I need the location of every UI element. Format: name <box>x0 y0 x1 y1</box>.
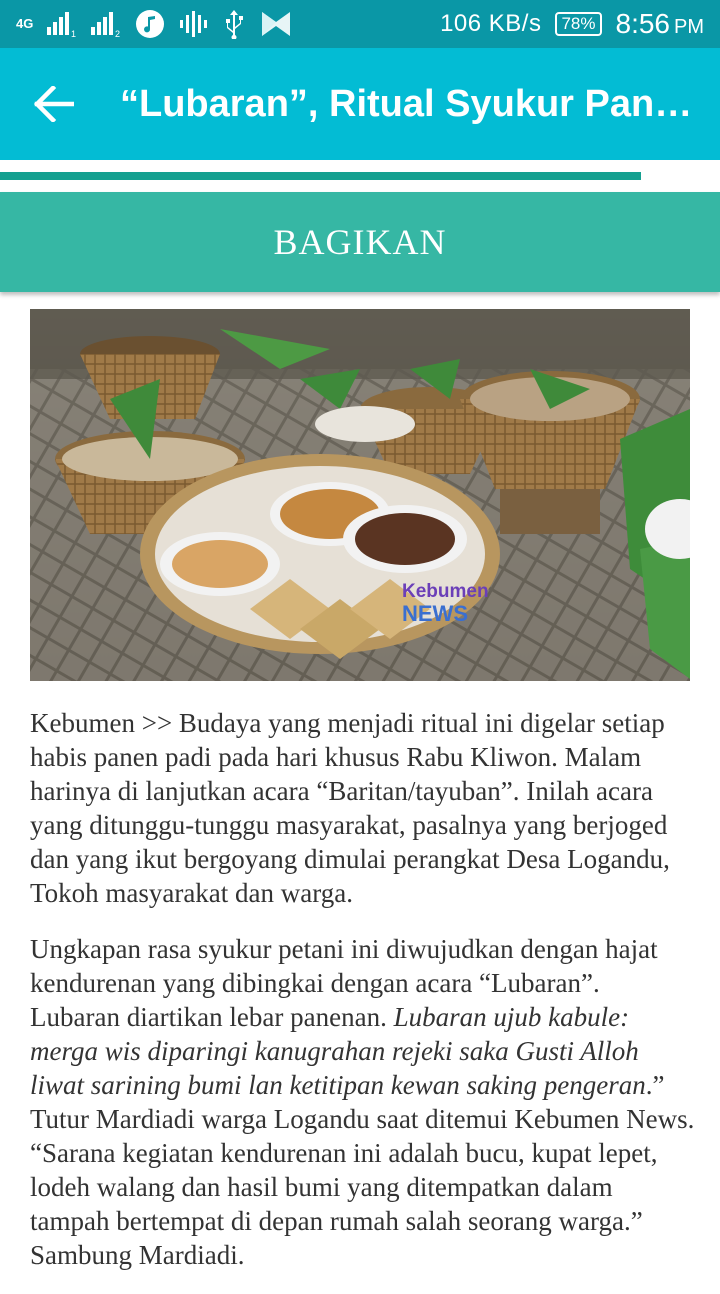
status-bar: 4G 1 2 106 KB/s 78% 8:56 PM <box>0 0 720 48</box>
article-paragraph-2: Ungkapan rasa syukur petani ini diwujudk… <box>30 932 695 1272</box>
watermark-line2: NEWS <box>402 601 468 626</box>
back-arrow-icon[interactable] <box>34 86 74 122</box>
signal-sim2-icon: 2 <box>91 12 120 37</box>
watermark-line1: Kebumen <box>402 581 489 602</box>
article-paragraph-2-end: .” Tutur Mardiadi warga Logandu saat dit… <box>30 1070 695 1270</box>
clock: 8:56 PM <box>616 8 705 40</box>
clock-ampm: PM <box>674 16 704 38</box>
offering-photo: Kebumen NEWS <box>30 309 690 681</box>
app-notification-icon <box>262 12 291 36</box>
music-icon <box>136 10 165 38</box>
network-type: 4G <box>16 16 34 31</box>
sim1-label: 1 <box>71 29 76 37</box>
status-icons-right: 106 KB/s 78% 8:56 PM <box>440 6 704 42</box>
page-title: “Lubaran”, Ritual Syukur Panen… <box>120 83 704 125</box>
article-image: Kebumen NEWS <box>30 309 690 681</box>
article-body: Kebumen >> Budaya yang menjadi ritual in… <box>30 706 695 1294</box>
battery-indicator: 78% <box>555 12 602 36</box>
signal-sim1-icon: 1 <box>47 12 76 37</box>
reading-progress-bar <box>0 160 720 192</box>
share-button[interactable]: BAGIKAN <box>0 192 720 292</box>
clock-time: 8:56 <box>615 8 671 39</box>
reading-progress-fill <box>0 172 641 180</box>
audio-waveform-icon <box>180 11 208 37</box>
sim2-label: 2 <box>115 29 120 37</box>
usb-icon <box>226 10 244 39</box>
status-icons-left: 4G 1 2 <box>16 6 291 42</box>
article-paragraph-1: Kebumen >> Budaya yang menjadi ritual in… <box>30 708 670 908</box>
network-speed: 106 KB/s <box>440 10 542 37</box>
share-button-label: BAGIKAN <box>273 222 447 262</box>
app-bar: “Lubaran”, Ritual Syukur Panen… <box>0 48 720 160</box>
